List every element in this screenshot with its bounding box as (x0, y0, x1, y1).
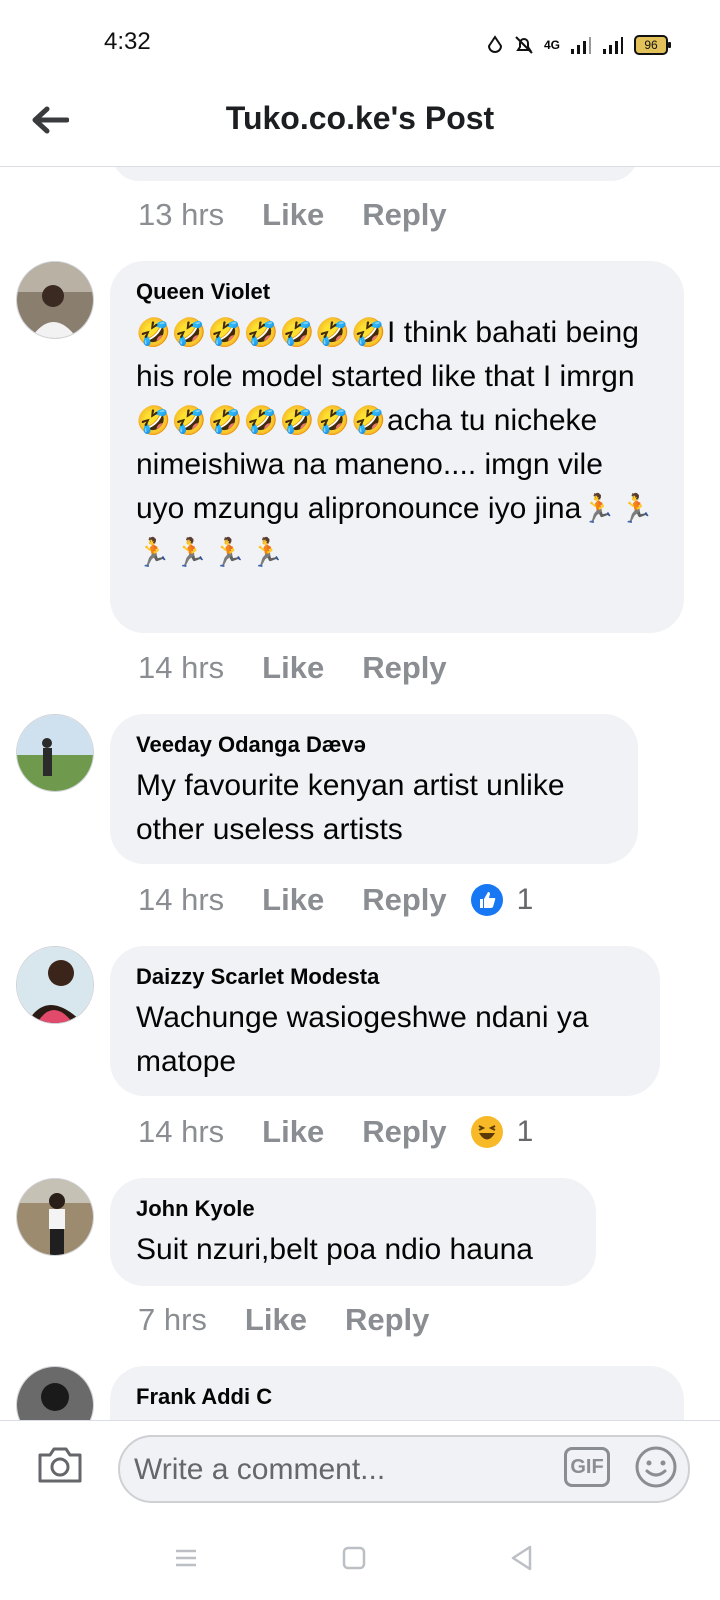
comment-time: 14 hrs (138, 882, 225, 917)
comment-actions: 13 hrs Like Reply (138, 195, 447, 235)
camera-icon (38, 1447, 82, 1483)
avatar[interactable] (16, 1366, 94, 1420)
commenter-name: Frank Addi C (136, 1384, 273, 1409)
comment-text: 🤣🤣🤣🤣🤣🤣🤣I think bahati being his role mod… (136, 311, 658, 575)
comment-bubble[interactable]: John Kyole Suit nzuri,belt poa ndio haun… (110, 1178, 596, 1286)
comment-bubble[interactable]: Frank Addi C (110, 1366, 684, 1420)
gif-button[interactable]: GIF (564, 1447, 610, 1487)
comment-actions: 7 hrs Like Reply (138, 1300, 429, 1340)
laughing-emoji-icon: 🤣🤣🤣🤣🤣🤣🤣 (136, 317, 388, 348)
like-button[interactable]: Like (262, 197, 324, 233)
comment-actions: 14 hrs Like Reply (138, 648, 447, 688)
system-nav-bar (0, 1514, 720, 1600)
menu-icon (176, 1549, 196, 1567)
reaction-count: 1 (516, 883, 534, 916)
avatar[interactable] (16, 1178, 94, 1256)
post-header: Tuko.co.ke's Post (0, 86, 720, 167)
comment-actions: 14 hrs Like Reply 1 (138, 1112, 533, 1152)
network-type: 4G (543, 38, 560, 52)
comment-bubble[interactable]: Queen Violet 🤣🤣🤣🤣🤣🤣🤣I think bahati being… (110, 261, 684, 633)
commenter-name: John Kyole (136, 1196, 255, 1221)
comment-time: 7 hrs (138, 1302, 207, 1337)
comment-bubble[interactable]: Veeday Odanga Dævə My favourite kenyan a… (110, 714, 638, 864)
comment-text: My favourite kenyan artist unlike other … (136, 769, 565, 846)
battery-icon: 96 (634, 35, 671, 55)
back-nav-button[interactable] (506, 1542, 538, 1574)
square-icon (342, 1546, 366, 1570)
signal-icon-1 (571, 37, 591, 54)
commenter-name: Daizzy Scarlet Modesta (136, 964, 380, 989)
avatar[interactable] (16, 714, 94, 792)
smiley-icon (635, 1446, 677, 1488)
page-title: Tuko.co.ke's Post (225, 100, 495, 136)
reaction-count: 1 (516, 1115, 534, 1148)
camera-button[interactable] (36, 1445, 84, 1485)
status-icons: 4G 96 (486, 30, 671, 60)
comment-input[interactable]: Write a comment... GIF (118, 1435, 690, 1503)
comments-list[interactable]: 13 hrs Like Reply Queen Violet 🤣🤣🤣🤣🤣🤣🤣I … (0, 167, 720, 1420)
comment-bubble[interactable] (112, 167, 638, 181)
home-nav-button[interactable] (338, 1542, 370, 1574)
commenter-name: Veeday Odanga Dævə (136, 732, 366, 757)
comment-text: Wachunge wasiogeshwe ndani ya matope (136, 1001, 589, 1078)
data-saver-icon (487, 35, 502, 53)
laughing-emoji-icon: 🤣🤣🤣🤣🤣🤣🤣 (136, 405, 388, 436)
triangle-back-icon (511, 1545, 532, 1571)
status-bar: 4:32 4G 96 (0, 0, 720, 86)
avatar[interactable] (16, 946, 94, 1024)
avatar[interactable] (16, 261, 94, 339)
signal-icon-2 (603, 37, 623, 54)
reply-button[interactable]: Reply (362, 650, 446, 686)
reply-button[interactable]: Reply (362, 1114, 446, 1150)
commenter-name: Queen Violet (136, 279, 271, 304)
like-button[interactable]: Like (262, 650, 324, 686)
comment-compose-bar: Write a comment... GIF (0, 1420, 720, 1515)
reply-button[interactable]: Reply (362, 882, 446, 918)
emoji-button[interactable] (634, 1445, 678, 1489)
reply-button[interactable]: Reply (362, 197, 446, 233)
comment-text: Suit nzuri,belt poa ndio hauna (136, 1233, 533, 1266)
mute-bell-icon (515, 36, 533, 54)
like-button[interactable]: Like (262, 1114, 324, 1150)
comment-actions: 14 hrs Like Reply 1 (138, 880, 533, 920)
reaction-summary[interactable]: 1 (470, 1115, 534, 1149)
status-time: 4:32 (104, 28, 151, 55)
like-icon (470, 884, 503, 916)
haha-icon (470, 1116, 503, 1148)
comment-time: 13 hrs (138, 197, 225, 232)
like-button[interactable]: Like (262, 882, 324, 918)
reply-button[interactable]: Reply (345, 1302, 429, 1338)
comment-placeholder: Write a comment... (134, 1453, 386, 1486)
like-button[interactable]: Like (245, 1302, 307, 1338)
comment-bubble[interactable]: Daizzy Scarlet Modesta Wachunge wasioges… (110, 946, 660, 1096)
reaction-summary[interactable]: 1 (470, 883, 534, 917)
menu-nav-button[interactable] (170, 1542, 202, 1574)
comment-time: 14 hrs (138, 650, 225, 685)
comment-time: 14 hrs (138, 1114, 225, 1149)
